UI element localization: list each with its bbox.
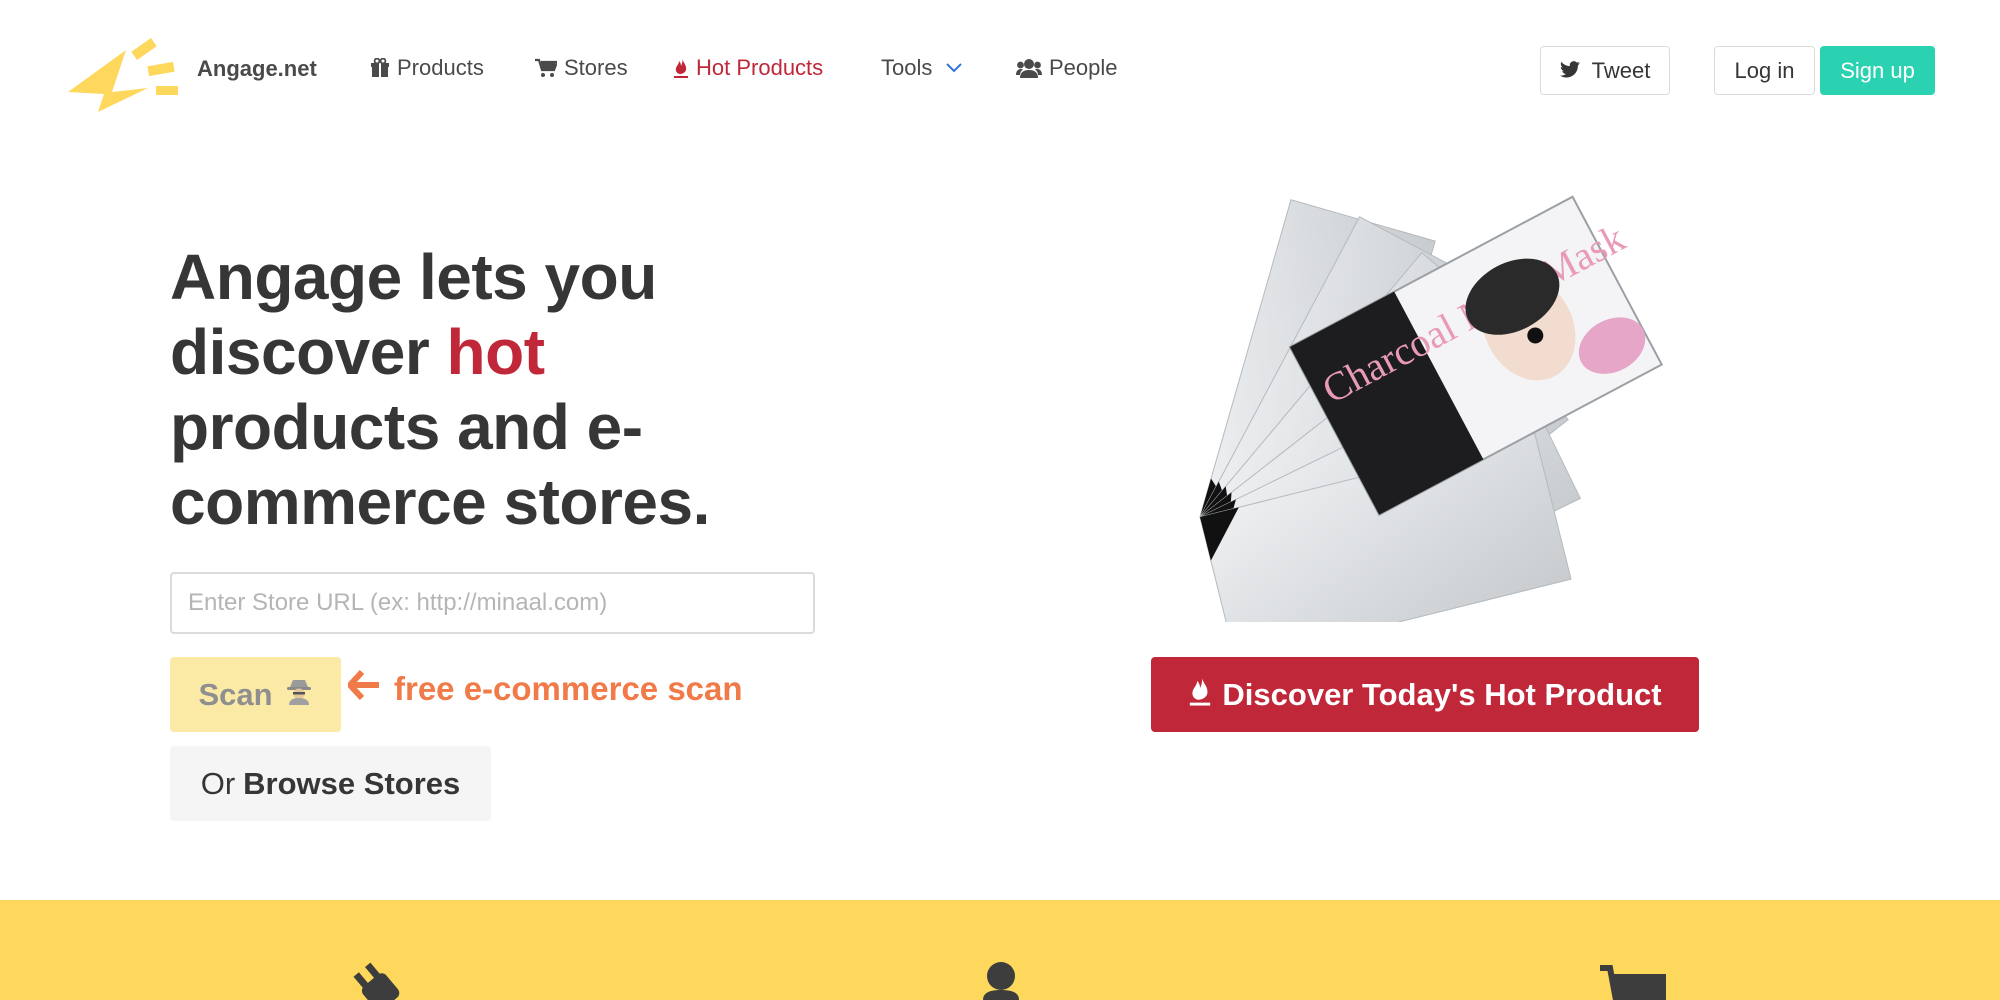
features-band xyxy=(0,900,2000,1000)
brand-name[interactable]: Angage.net xyxy=(197,56,317,82)
fire-icon xyxy=(673,57,689,79)
nav-people-label: People xyxy=(1049,55,1118,80)
tweet-button[interactable]: Tweet xyxy=(1540,46,1670,95)
scan-hint: free e-commerce scan xyxy=(347,669,743,708)
top-navbar: Angage.net Products Stores Hot Products … xyxy=(0,0,2000,140)
store-url-input[interactable] xyxy=(170,572,815,634)
hero-title: Angage lets you discover hot products an… xyxy=(170,240,810,540)
nav-hot-products[interactable]: Hot Products xyxy=(673,55,823,81)
hero-title-hot: hot xyxy=(446,316,546,388)
user-icon xyxy=(983,962,1019,1000)
gift-icon xyxy=(370,58,390,78)
browse-label: Browse Stores xyxy=(243,765,461,801)
nav-hot-products-label: Hot Products xyxy=(696,55,824,80)
arrow-left-icon xyxy=(347,669,380,708)
users-icon xyxy=(1016,58,1042,78)
login-button[interactable]: Log in xyxy=(1714,46,1815,95)
detective-icon xyxy=(285,677,313,713)
nav-people[interactable]: People xyxy=(1016,55,1118,81)
browse-stores-button[interactable]: Or Browse Stores xyxy=(170,746,491,821)
cart-icon xyxy=(535,58,557,78)
hot-product-image[interactable]: Charcoal Nose Mask xyxy=(1160,137,1685,664)
twitter-icon xyxy=(1559,58,1580,84)
chevron-down-icon xyxy=(946,63,963,73)
discover-hot-product-button[interactable]: Discover Today's Hot Product xyxy=(1151,657,1699,732)
cart-icon xyxy=(1600,962,1670,1000)
browse-prefix: Or xyxy=(200,765,236,801)
nav-tools[interactable]: Tools xyxy=(881,55,963,81)
hero-title-start: Angage lets you discover xyxy=(170,241,657,388)
nav-products-label: Products xyxy=(397,55,484,80)
plug-icon xyxy=(352,962,412,1000)
scan-button[interactable]: Scan xyxy=(170,657,341,732)
nav-stores[interactable]: Stores xyxy=(535,55,628,81)
nav-stores-label: Stores xyxy=(564,55,628,80)
signup-button[interactable]: Sign up xyxy=(1820,46,1935,95)
fire-icon xyxy=(1188,675,1212,715)
nav-tools-label: Tools xyxy=(881,55,933,80)
angage-logo-icon[interactable] xyxy=(68,26,186,116)
hero-title-end: products and e-commerce stores. xyxy=(170,391,710,538)
nav-products[interactable]: Products xyxy=(370,55,484,81)
tweet-label: Tweet xyxy=(1591,57,1651,83)
scan-label: Scan xyxy=(198,676,273,712)
discover-label: Discover Today's Hot Product xyxy=(1222,676,1662,712)
scan-hint-text: free e-commerce scan xyxy=(394,670,743,707)
